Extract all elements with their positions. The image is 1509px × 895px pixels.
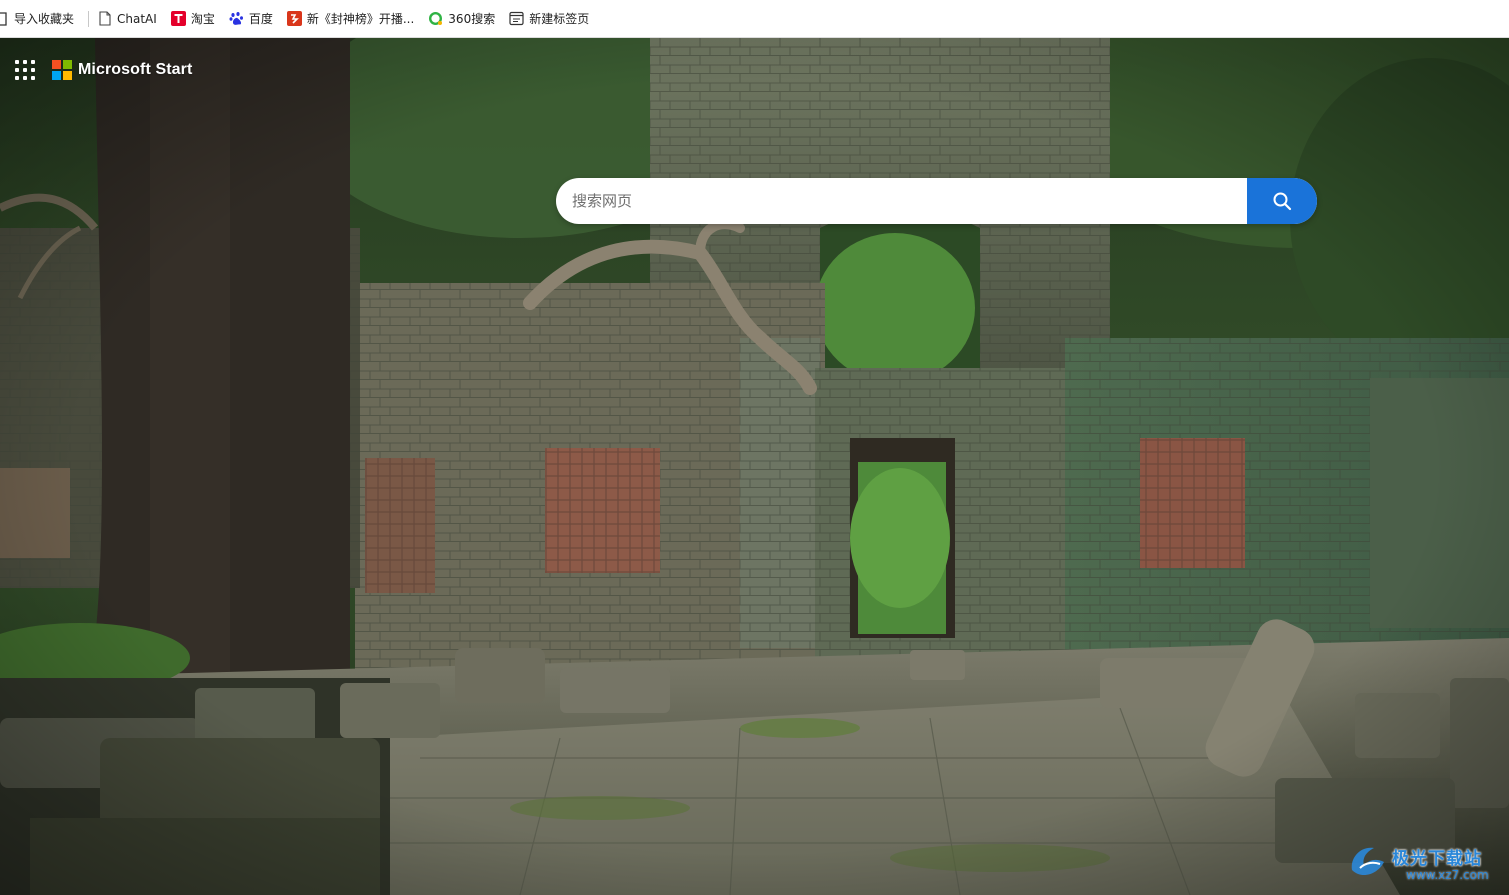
import-icon <box>0 11 8 26</box>
bookmark-fengshen[interactable]: 新《封神榜》开播... <box>283 6 424 32</box>
bookmark-new-tab[interactable]: 新建标签页 <box>505 6 599 32</box>
bookmark-taobao[interactable]: 淘宝 <box>167 6 225 32</box>
watermark: 极光下载站 www.xz7.com <box>1346 838 1502 888</box>
search-icon <box>1273 192 1292 211</box>
microsoft-start-logo[interactable]: Microsoft Start <box>52 60 192 80</box>
logo-square-blue <box>52 71 61 80</box>
search-box <box>556 178 1317 224</box>
bookmark-360-search[interactable]: 360搜索 <box>424 6 505 32</box>
bookmark-baidu[interactable]: 百度 <box>225 6 283 32</box>
bookmarks-bar: 导入收藏夹 ChatAI 淘宝 百度 新《封神榜》开播... 360搜索 新建标… <box>0 0 1509 38</box>
microsoft-logo-icon <box>52 60 72 80</box>
logo-square-yellow <box>63 71 72 80</box>
watermark-logo-icon <box>1351 847 1384 876</box>
app-launcher-button[interactable] <box>13 58 37 82</box>
baidu-icon <box>229 11 244 26</box>
bookmark-import[interactable]: 导入收藏夹 <box>0 6 84 32</box>
360-search-icon <box>428 11 443 26</box>
video-icon <box>286 11 302 26</box>
bookmark-separator <box>88 10 90 27</box>
search-input[interactable] <box>556 178 1247 224</box>
logo-square-green <box>63 60 72 69</box>
app-launcher-icon <box>15 60 19 64</box>
bookmark-chatai[interactable]: ChatAI <box>93 6 167 32</box>
taobao-icon <box>170 11 186 26</box>
watermark-text: 极光下载站 <box>1392 849 1482 869</box>
new-tab-icon <box>509 11 524 26</box>
logo-square-red <box>52 60 61 69</box>
page-icon <box>97 11 112 26</box>
brand-name: Microsoft Start <box>78 61 193 78</box>
search-button[interactable] <box>1247 178 1317 224</box>
background-image <box>0 38 1509 895</box>
watermark-url: www.xz7.com <box>1406 868 1489 882</box>
